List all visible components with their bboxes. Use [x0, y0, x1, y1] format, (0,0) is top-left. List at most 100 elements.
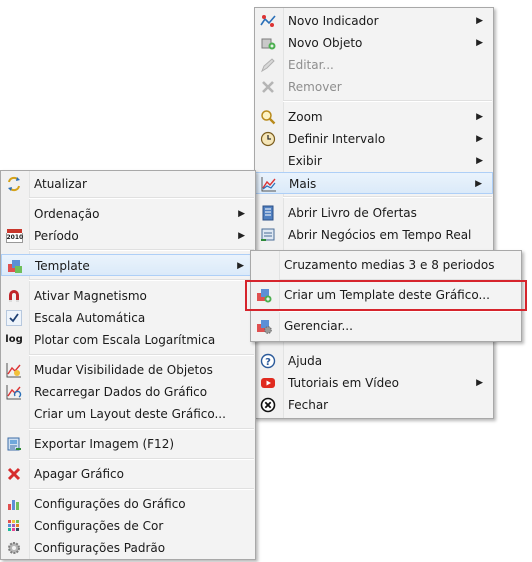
check-icon [6, 310, 22, 326]
calendar-year-label: 2010 [5, 233, 24, 243]
book-icon [260, 205, 276, 221]
menu-separator [29, 488, 254, 490]
menu-item-template[interactable]: Template ▶ [1, 254, 255, 276]
menu-item-label: Apagar Gráfico [34, 467, 124, 481]
menu-item-label: Template [35, 259, 90, 273]
menu-item-label: Plotar com Escala Logarítmica [34, 333, 216, 347]
menu-item-visibilidade-objetos[interactable]: Mudar Visibilidade de Objetos [1, 359, 255, 381]
template-manage-icon [256, 318, 272, 334]
menu-item-label: Exibir [288, 154, 322, 168]
zoom-icon [260, 109, 276, 125]
magnet-icon [6, 288, 22, 304]
submenu-arrow-icon: ▶ [476, 16, 483, 26]
submenu-arrow-icon: ▶ [476, 134, 483, 144]
help-icon: ? [260, 353, 276, 369]
chart-context-menu: Novo Indicador ▶ Novo Objeto ▶ Editar...… [254, 7, 494, 419]
edit-icon [260, 57, 276, 73]
menu-item-config-padrao[interactable]: Configurações Padrão [1, 537, 255, 559]
menu-separator [29, 458, 254, 460]
menu-item-novo-indicador[interactable]: Novo Indicador ▶ [255, 10, 493, 32]
delete-icon [6, 466, 22, 482]
submenu-arrow-icon: ▶ [476, 378, 483, 388]
menu-separator [29, 428, 254, 430]
reload-icon [6, 384, 22, 400]
menu-separator [29, 279, 254, 281]
default-settings-icon [6, 540, 22, 556]
log-icon: log [5, 334, 23, 345]
menu-item-criar-layout[interactable]: Criar um Layout deste Gráfico... [1, 403, 255, 425]
menu-item-livro-ofertas[interactable]: Abrir Livro de Ofertas [255, 202, 493, 224]
menu-item-config-grafico[interactable]: Configurações do Gráfico [1, 493, 255, 515]
submenu-arrow-icon: ▶ [476, 156, 483, 166]
menu-item-label: Criar um Layout deste Gráfico... [34, 407, 226, 421]
export-icon [6, 436, 22, 452]
submenu-arrow-icon: ▶ [238, 209, 245, 219]
menu-item-label: Mais [289, 177, 317, 191]
menu-separator [29, 197, 254, 199]
menu-item-ajuda[interactable]: ? Ajuda [255, 350, 493, 372]
svg-text:?: ? [265, 357, 271, 368]
menu-item-definir-intervalo[interactable]: Definir Intervalo ▶ [255, 128, 493, 150]
menu-item-label: Exportar Imagem (F12) [34, 437, 175, 451]
indicator-icon [260, 13, 276, 29]
submenu-arrow-icon: ▶ [237, 261, 244, 271]
menu-item-periodo[interactable]: 2010 Período ▶ [1, 225, 255, 247]
menu-item-label: Escala Automática [34, 311, 146, 325]
menu-item-exibir[interactable]: Exibir ▶ [255, 150, 493, 172]
menu-item-label: Configurações Padrão [34, 541, 166, 555]
menu-item-label: Gerenciar... [284, 319, 353, 333]
menu-item-novo-objeto[interactable]: Novo Objeto ▶ [255, 32, 493, 54]
menu-item-label: Configurações de Cor [34, 519, 164, 533]
menu-separator [29, 354, 254, 356]
menu-item-gerenciar[interactable]: Gerenciar... [251, 315, 521, 337]
menu-item-ativar-magnetismo[interactable]: Ativar Magnetismo [1, 285, 255, 307]
menu-item-label: Configurações do Gráfico [34, 497, 186, 511]
menu-item-label: Novo Indicador [288, 14, 379, 28]
menu-item-remover: Remover [255, 76, 493, 98]
menu-item-label: Período [34, 229, 79, 243]
menu-item-label: Ordenação [34, 207, 100, 221]
menu-item-label: Fechar [288, 398, 329, 412]
menu-item-atualizar[interactable]: Atualizar [1, 173, 255, 195]
menu-item-config-cor[interactable]: Configurações de Cor [1, 515, 255, 537]
menu-item-negocios-tempo-real[interactable]: Abrir Negócios em Tempo Real [255, 224, 493, 246]
menu-item-tutoriais-video[interactable]: Tutoriais em Vídeo ▶ [255, 372, 493, 394]
menu-item-label: Editar... [288, 58, 334, 72]
menu-item-cruzamento-medias[interactable]: Cruzamento medias 3 e 8 periodos [251, 254, 521, 276]
menu-item-fechar[interactable]: Fechar [255, 394, 493, 416]
submenu-arrow-icon: ▶ [238, 231, 245, 241]
menu-item-editar: Editar... [255, 54, 493, 76]
chart-settings-icon [6, 496, 22, 512]
submenu-arrow-icon: ▶ [476, 38, 483, 48]
remove-icon [260, 79, 276, 95]
submenu-arrow-icon: ▶ [476, 112, 483, 122]
menu-item-label: Abrir Negócios em Tempo Real [288, 228, 472, 242]
menu-item-escala-automatica[interactable]: Escala Automática [1, 307, 255, 329]
menu-item-label: Ajuda [288, 354, 323, 368]
close-icon [260, 397, 276, 413]
clock-icon [260, 131, 276, 147]
menu-item-label: Novo Objeto [288, 36, 363, 50]
object-icon [260, 35, 276, 51]
chart-icon [261, 176, 277, 192]
menu-item-mais[interactable]: Mais ▶ [255, 172, 493, 194]
menu-item-recarregar-dados[interactable]: Recarregar Dados do Gráfico [1, 381, 255, 403]
menu-separator [283, 100, 492, 102]
menu-separator [283, 196, 492, 198]
refresh-icon [6, 176, 22, 192]
color-settings-icon [6, 518, 22, 534]
menu-item-label: Mudar Visibilidade de Objetos [34, 363, 213, 377]
menu-item-escala-logaritmica[interactable]: log Plotar com Escala Logarítmica [1, 329, 255, 351]
menu-item-exportar-imagem[interactable]: Exportar Imagem (F12) [1, 433, 255, 455]
menu-item-label: Abrir Livro de Ofertas [288, 206, 417, 220]
menu-item-zoom[interactable]: Zoom ▶ [255, 106, 493, 128]
mais-submenu: Atualizar Ordenação ▶ 2010 Período ▶ Tem… [0, 170, 256, 560]
menu-item-label: Ativar Magnetismo [34, 289, 147, 303]
menu-separator [29, 249, 254, 251]
menu-item-ordenacao[interactable]: Ordenação ▶ [1, 203, 255, 225]
visibility-icon [6, 362, 22, 378]
submenu-arrow-icon: ▶ [475, 179, 482, 189]
menu-item-apagar-grafico[interactable]: Apagar Gráfico [1, 463, 255, 485]
menu-item-label: Atualizar [34, 177, 87, 191]
calendar-icon: 2010 [5, 228, 24, 244]
